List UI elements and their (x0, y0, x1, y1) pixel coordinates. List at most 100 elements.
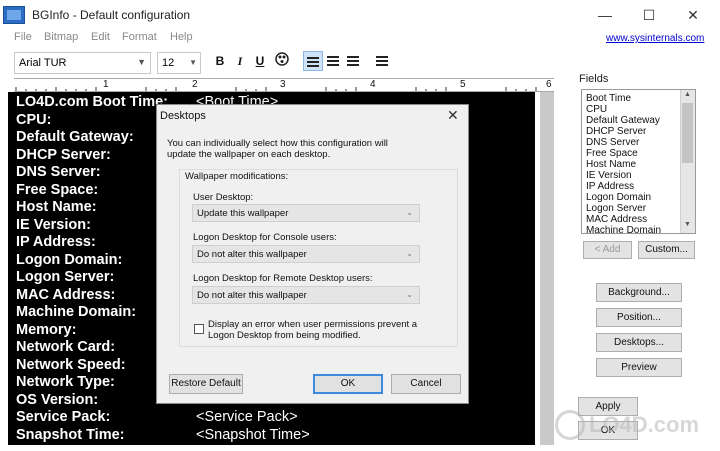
editor-label: Network Type: (16, 374, 115, 390)
ruler-number: 3 (280, 79, 286, 90)
editor-label: Machine Domain: (16, 304, 137, 320)
font-size-select[interactable]: 12 ▼ (157, 52, 201, 74)
preview-button[interactable]: Preview (596, 358, 682, 377)
user-desktop-select[interactable]: Update this wallpaper ⌄ (192, 204, 420, 222)
chevron-down-icon: ⌄ (406, 249, 413, 258)
bginfo-app-icon (3, 6, 25, 24)
field-item[interactable]: IP Address (586, 181, 634, 192)
bullet-list-icon[interactable] (372, 51, 392, 71)
align-left-icon[interactable] (303, 51, 323, 71)
menu-edit[interactable]: Edit (91, 31, 110, 43)
background-button[interactable]: Background... (596, 283, 682, 302)
minimize-button[interactable]: — (583, 2, 627, 28)
chevron-down-icon: ▼ (189, 58, 197, 67)
bold-button[interactable]: B (210, 51, 230, 71)
field-item[interactable]: Boot Time (586, 93, 631, 104)
fields-list[interactable]: Boot Time CPU Default Gateway DHCP Serve… (581, 89, 696, 234)
underline-button[interactable]: U (250, 51, 270, 71)
menu-format[interactable]: Format (122, 31, 157, 43)
field-item[interactable]: Logon Server (586, 203, 646, 214)
field-item[interactable]: Logon Domain (586, 192, 651, 203)
field-item[interactable]: DHCP Server (586, 126, 646, 137)
add-field-button[interactable]: < Add (583, 241, 632, 259)
user-desktop-label: User Desktop: (193, 192, 254, 203)
field-item[interactable]: IE Version (586, 170, 632, 181)
align-right-icon[interactable] (343, 51, 363, 71)
editor-label: DHCP Server: (16, 146, 111, 163)
editor-label: CPU: (16, 111, 52, 128)
position-button[interactable]: Position... (596, 308, 682, 327)
chevron-down-icon: ▼ (137, 57, 146, 67)
console-desktop-value: Do not alter this wallpaper (197, 249, 307, 260)
custom-field-button[interactable]: Custom... (638, 241, 695, 259)
remote-desktop-label: Logon Desktop for Remote Desktop users: (193, 273, 373, 284)
editor-label: Service Pack: (16, 409, 111, 425)
field-item[interactable]: MAC Address (586, 214, 647, 225)
restore-default-button[interactable]: Restore Default (169, 374, 243, 394)
ruler-number: 5 (460, 79, 466, 90)
editor-label: IE Version: (16, 216, 91, 233)
editor-label: DNS Server: (16, 164, 101, 180)
font-select[interactable]: Arial TUR ▼ (14, 52, 151, 74)
chevron-down-icon: ⌄ (406, 208, 413, 217)
console-desktop-label: Logon Desktop for Console users: (193, 232, 337, 243)
maximize-button[interactable]: ☐ (627, 2, 671, 28)
lo4d-logo-icon (555, 410, 585, 440)
group-label: Wallpaper modifications: (185, 171, 289, 182)
scroll-down-icon[interactable]: ▼ (682, 221, 693, 231)
editor-label: Memory: (16, 321, 77, 338)
editor-label: Logon Domain: (16, 251, 123, 268)
editor-label: MAC Address: (16, 286, 116, 303)
menu-bitmap[interactable]: Bitmap (44, 31, 78, 43)
editor-label: LO4D.com Boot Time: (16, 94, 168, 110)
fields-label: Fields (579, 73, 609, 85)
ruler: 1 2 3 4 5 6 (14, 78, 554, 92)
fields-scroll-thumb[interactable] (682, 103, 693, 163)
user-desktop-value: Update this wallpaper (197, 208, 289, 219)
editor-scrollbar[interactable] (540, 92, 554, 445)
editor-label: Snapshot Time: (16, 426, 125, 443)
scroll-up-icon[interactable]: ▲ (682, 91, 693, 101)
dialog-cancel-button[interactable]: Cancel (391, 374, 461, 394)
editor-value: <Service Pack> (196, 409, 298, 425)
ruler-number: 4 (370, 79, 376, 90)
sysinternals-link[interactable]: www.sysinternals.com (606, 33, 704, 44)
close-icon[interactable]: ✕ (447, 107, 459, 124)
menu-help[interactable]: Help (170, 31, 193, 43)
ruler-number: 1 (103, 79, 109, 90)
dialog-ok-button[interactable]: OK (313, 374, 383, 394)
editor-label: Network Card: (16, 339, 116, 355)
editor-label: Logon Server: (16, 269, 115, 285)
field-item[interactable]: Default Gateway (586, 115, 660, 126)
close-button[interactable]: ✕ (671, 2, 715, 28)
field-item[interactable]: CPU (586, 104, 607, 115)
remote-desktop-value: Do not alter this wallpaper (197, 290, 307, 301)
editor-label: OS Version: (16, 391, 99, 408)
window-title: BGInfo - Default configuration (32, 8, 191, 22)
console-desktop-select[interactable]: Do not alter this wallpaper ⌄ (192, 245, 420, 263)
permission-error-checkbox[interactable] (194, 324, 204, 334)
menu-file[interactable]: File (14, 31, 32, 43)
field-item[interactable]: DNS Server (586, 137, 639, 148)
lo4d-watermark: LO4D.com (555, 408, 705, 444)
permission-error-label: Display an error when user permissions p… (208, 319, 418, 341)
dialog-title: Desktops (160, 110, 206, 122)
editor-label: IP Address: (16, 234, 96, 250)
watermark-text: LO4D.com (589, 412, 700, 437)
desktops-button[interactable]: Desktops... (596, 333, 682, 352)
align-center-icon[interactable] (323, 51, 343, 71)
field-item[interactable]: Machine Domain (586, 225, 661, 233)
font-size-value: 12 (162, 57, 175, 69)
italic-button[interactable]: I (230, 51, 250, 71)
ruler-number: 2 (192, 79, 198, 90)
color-picker-icon[interactable] (272, 51, 292, 71)
editor-label: Default Gateway: (16, 129, 134, 145)
field-item[interactable]: Free Space (586, 148, 638, 159)
field-item[interactable]: Host Name (586, 159, 636, 170)
chevron-down-icon: ⌄ (406, 290, 413, 299)
remote-desktop-select[interactable]: Do not alter this wallpaper ⌄ (192, 286, 420, 304)
font-select-value: Arial TUR (19, 57, 67, 69)
editor-value: <Snapshot Time> (196, 426, 310, 443)
editor-label: Host Name: (16, 199, 97, 215)
editor-label: Network Speed: (16, 356, 126, 373)
